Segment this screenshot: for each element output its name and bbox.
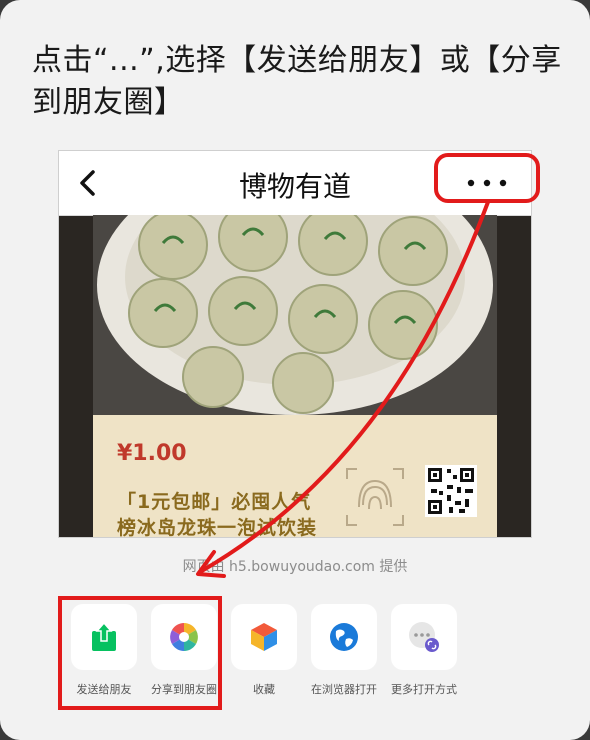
page-source-text: 网页由 h5.bowuyoudao.com 提供: [182, 559, 408, 575]
share-tile[interactable]: [391, 604, 457, 670]
favorite-cube-icon: [251, 623, 277, 651]
tea-plate-image: [93, 215, 497, 415]
product-image: ¥1.00 「1元包邮」必囤人气 榜冰岛龙珠一泡试饮装: [93, 215, 497, 537]
price-label: ¥1.00: [117, 441, 187, 466]
promo-line-2: 榜冰岛龙珠一泡试饮装: [117, 517, 318, 537]
nav-bar: 博物有道: [59, 151, 531, 216]
fingerprint-icon: [346, 468, 404, 526]
page-title: 博物有道: [238, 170, 351, 203]
more-open-icon: [409, 622, 439, 652]
share-label: 在浏览器打开: [311, 683, 377, 696]
instruction-line-1: 点击“...”,选择【发送给朋友】或【分享: [32, 43, 562, 78]
share-item-favorite[interactable]: 收藏: [231, 604, 297, 698]
instruction-line-2: 到朋友圈】: [32, 85, 185, 120]
share-item-open-in-browser[interactable]: 在浏览器打开: [311, 604, 377, 698]
share-label: 更多打开方式: [391, 683, 457, 696]
share-tile[interactable]: [311, 604, 377, 670]
more-dots-icon[interactable]: [463, 175, 511, 191]
instruction-text: 点击“...”,选择【发送给朋友】或【分享 到朋友圈】: [32, 40, 562, 124]
phone-screenshot: 博物有道 ¥1.00 「1元包邮」必囤人气 榜冰岛龙珠一泡试饮装: [58, 150, 532, 538]
share-label: 收藏: [253, 683, 275, 696]
browser-globe-icon: [330, 623, 358, 651]
promo-line-1: 「1元包邮」必囤人气: [117, 491, 312, 513]
highlight-share-options: [58, 596, 222, 710]
qr-code: [425, 465, 477, 517]
share-item-more-open[interactable]: 更多打开方式: [391, 604, 457, 698]
share-tile[interactable]: [231, 604, 297, 670]
tutorial-card: 点击“...”,选择【发送给朋友】或【分享 到朋友圈】 博物有道 ¥1.00 「…: [0, 0, 590, 740]
